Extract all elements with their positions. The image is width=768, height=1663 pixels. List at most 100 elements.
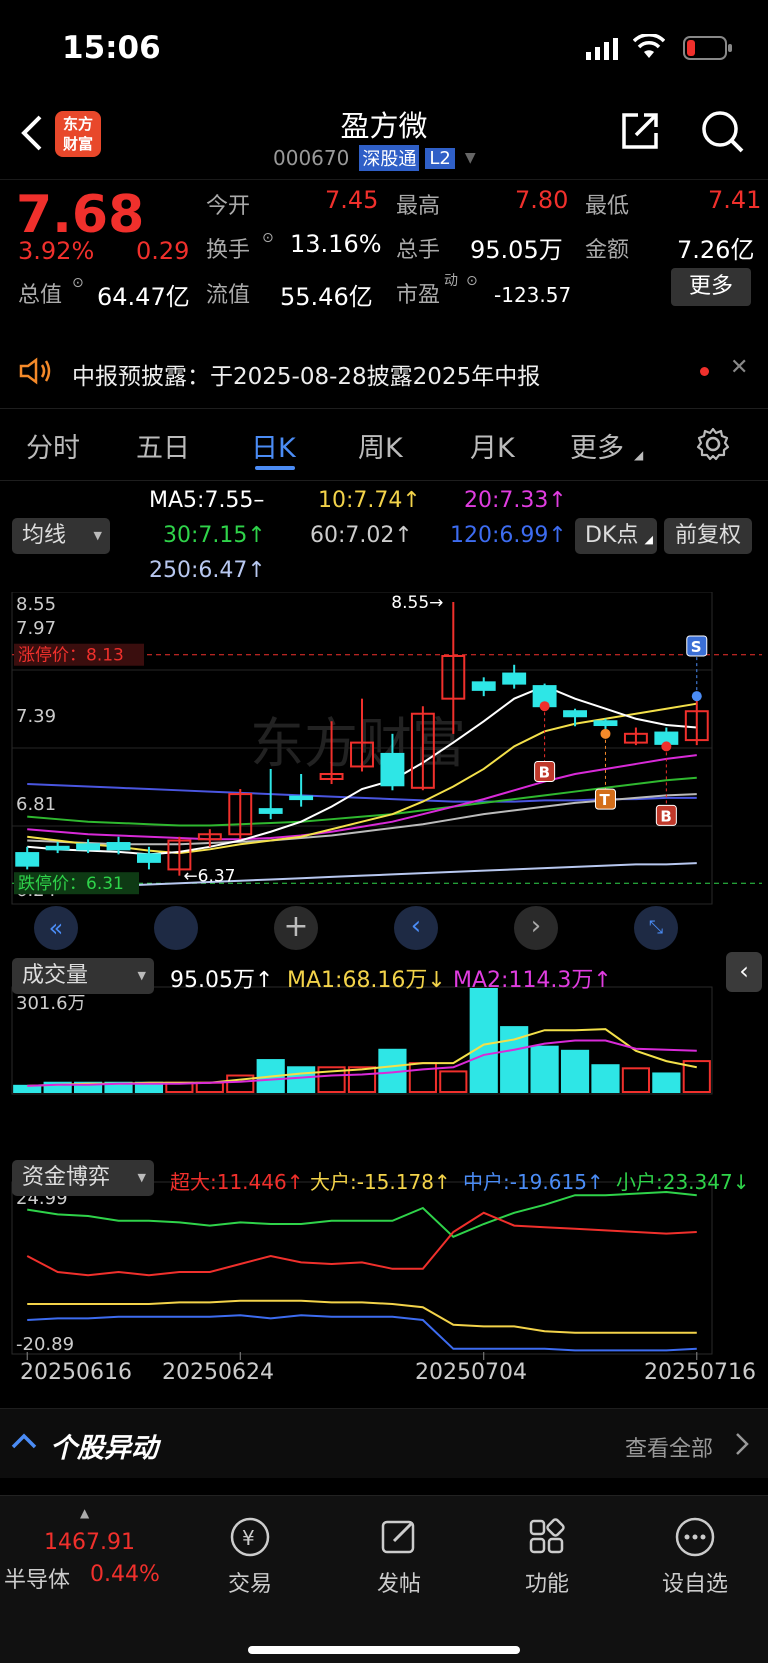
bottom-nav: ▲ 1467.91 半导体 0.44% ¥ 交易 发帖 功能 设自选 (0, 1495, 768, 1663)
stock-code-row: 000670 深股通 L2 ▼ (273, 145, 476, 171)
zoom-in-button[interactable]: + (274, 906, 318, 950)
candle-body (563, 710, 588, 718)
nav-post[interactable]: 发帖 (349, 1514, 449, 1598)
caret-icon: ◢ (634, 448, 644, 462)
candle-body (258, 808, 283, 814)
tab-intraday[interactable]: 分时 (26, 426, 80, 465)
date-label: 20250624 (162, 1360, 274, 1385)
candle-body (106, 842, 131, 851)
connect-badge: 深股通 (359, 145, 420, 171)
ma-legend: MA5:7.55– 10:7.74↑ 20:7.33↑ 均线 ▼ 30:7.15↑… (0, 482, 768, 592)
ma60-value: 60:7.02↑ (310, 523, 413, 548)
ma20-value: 20:7.33↑ (464, 488, 567, 513)
nav-functions-label: 功能 (524, 1572, 569, 1597)
flow-small: 小户:23.347↓ (616, 1170, 750, 1194)
y-tick-label: 6.81 (16, 794, 56, 815)
notice-bar[interactable]: 中报预披露：于2025-08-28披露2025年中报 ✕ (0, 345, 768, 393)
info-icon[interactable]: ⊙ (466, 273, 478, 289)
fullscreen-icon[interactable]: ⤡ (634, 906, 678, 950)
volume-ma2: MA2:114.3万↑ (453, 968, 612, 993)
more-button[interactable]: 更多 (671, 268, 751, 306)
tab-weekly-k[interactable]: 周K (358, 426, 403, 465)
home-indicator (248, 1646, 520, 1654)
date-label: 20250704 (415, 1360, 527, 1385)
signal-icon (586, 38, 620, 60)
volume-bar (195, 1081, 224, 1094)
market-cap: 64.47亿 (97, 283, 190, 311)
level2-badge: L2 (425, 147, 455, 169)
search-icon[interactable] (700, 109, 746, 159)
flow-mid: 中户:-19.615↑ (463, 1170, 604, 1194)
last-price: 7.68 (16, 185, 145, 245)
kline-chart[interactable]: 东方财富 8.557.977.396.816.24涨停价：8.13跌停价：6.3… (0, 592, 768, 1432)
volume-bar (530, 1045, 559, 1093)
pe-label: 市盈 (396, 283, 441, 308)
low-value: 7.41 (708, 186, 762, 214)
prev-button[interactable]: ‹ (394, 906, 438, 950)
volume-ytop: 301.6万 (16, 993, 86, 1014)
zoom-out-button[interactable] (154, 906, 198, 950)
tab-daily-k[interactable]: 日K (251, 426, 296, 465)
max-price-label: 8.55→ (391, 593, 443, 613)
volume-value: 95.05万 (470, 236, 563, 264)
nav-watchlist-label: 设自选 (661, 1572, 728, 1597)
view-all-link[interactable]: 查看全部 (625, 1431, 713, 1463)
candle-body (45, 845, 70, 851)
collapse-panel-button[interactable]: ‹ (726, 952, 762, 992)
share-icon[interactable] (618, 109, 662, 157)
tab-active-indicator (255, 466, 295, 470)
tab-five-day[interactable]: 五日 (136, 426, 190, 465)
next-button[interactable]: › (514, 906, 558, 950)
pe-sup: 动 (444, 273, 458, 289)
volume-selector[interactable]: 成交量 ▼ (12, 958, 154, 994)
float-value: 55.46亿 (280, 283, 373, 311)
close-icon[interactable]: ✕ (730, 355, 748, 380)
volume-bar (469, 988, 498, 1093)
caret-icon: ◢ (644, 533, 653, 546)
nav-trade[interactable]: ¥ 交易 (200, 1514, 300, 1598)
ma10-value: 10:7.74↑ (318, 488, 421, 513)
float-label: 流值 (206, 283, 251, 308)
index-pct: 0.44% (90, 1562, 160, 1587)
triangle-down-icon: ▼ (137, 1171, 146, 1184)
change-amount: 0.29 (136, 237, 190, 265)
volume-bar (621, 1067, 651, 1093)
chevron-down-icon[interactable]: ▼ (465, 150, 476, 166)
volume-legend: 成交量 ▼ 95.05万↑ MA1:68.16万↓ MA2:114.3万↑ ‹ (0, 952, 768, 994)
volume-bar (408, 1062, 437, 1094)
flow-selector[interactable]: 资金博弈 ▼ (12, 1160, 154, 1196)
dk-point-button[interactable]: DK点 ◢ (575, 518, 657, 554)
candle-body (502, 672, 527, 685)
triangle-down-icon: ▼ (93, 529, 102, 542)
high-value: 7.80 (515, 186, 569, 214)
turnover-value: 13.16% (290, 230, 382, 258)
nav-watchlist[interactable]: 设自选 (645, 1514, 745, 1598)
gear-icon[interactable] (695, 426, 731, 466)
index-widget[interactable]: ▲ 1467.91 半导体 0.44% (0, 1506, 190, 1596)
signal-badge-label: B (539, 763, 550, 781)
open-label: 今开 (206, 194, 251, 219)
chevron-right-icon (734, 1431, 750, 1461)
limit-down-label: 跌停价：6.31 (18, 874, 124, 894)
movers-bar[interactable]: 个股异动 查看全部 (0, 1408, 768, 1478)
flow-big: 大户:-15.178↑ (310, 1170, 451, 1194)
chart-controls: « + ‹ › ⤡ (0, 906, 768, 950)
period-tabs: 分时 五日 日K 周K 月K 更多 ◢ (0, 408, 768, 480)
ma-selector[interactable]: 均线 ▼ (12, 518, 110, 554)
tab-monthly-k[interactable]: 月K (470, 426, 515, 465)
dk-point-label: DK点 (585, 523, 639, 548)
adjust-button[interactable]: 前复权 (664, 518, 752, 554)
nav-functions[interactable]: 功能 (497, 1514, 597, 1598)
turnover-label: 换手 (206, 238, 251, 263)
y-tick-label: 7.97 (16, 618, 56, 639)
info-icon[interactable]: ⊙ (262, 230, 274, 246)
stock-code: 000670 (273, 146, 350, 170)
scroll-left-button[interactable]: « (34, 906, 78, 950)
signal-dot (691, 691, 702, 702)
y-tick-label: 8.55 (16, 594, 56, 615)
candle-body (15, 852, 40, 867)
tab-more[interactable]: 更多 (570, 426, 624, 465)
candle-body (76, 843, 101, 851)
date-label: 20250616 (20, 1360, 132, 1385)
info-icon[interactable]: ⊙ (72, 275, 84, 291)
